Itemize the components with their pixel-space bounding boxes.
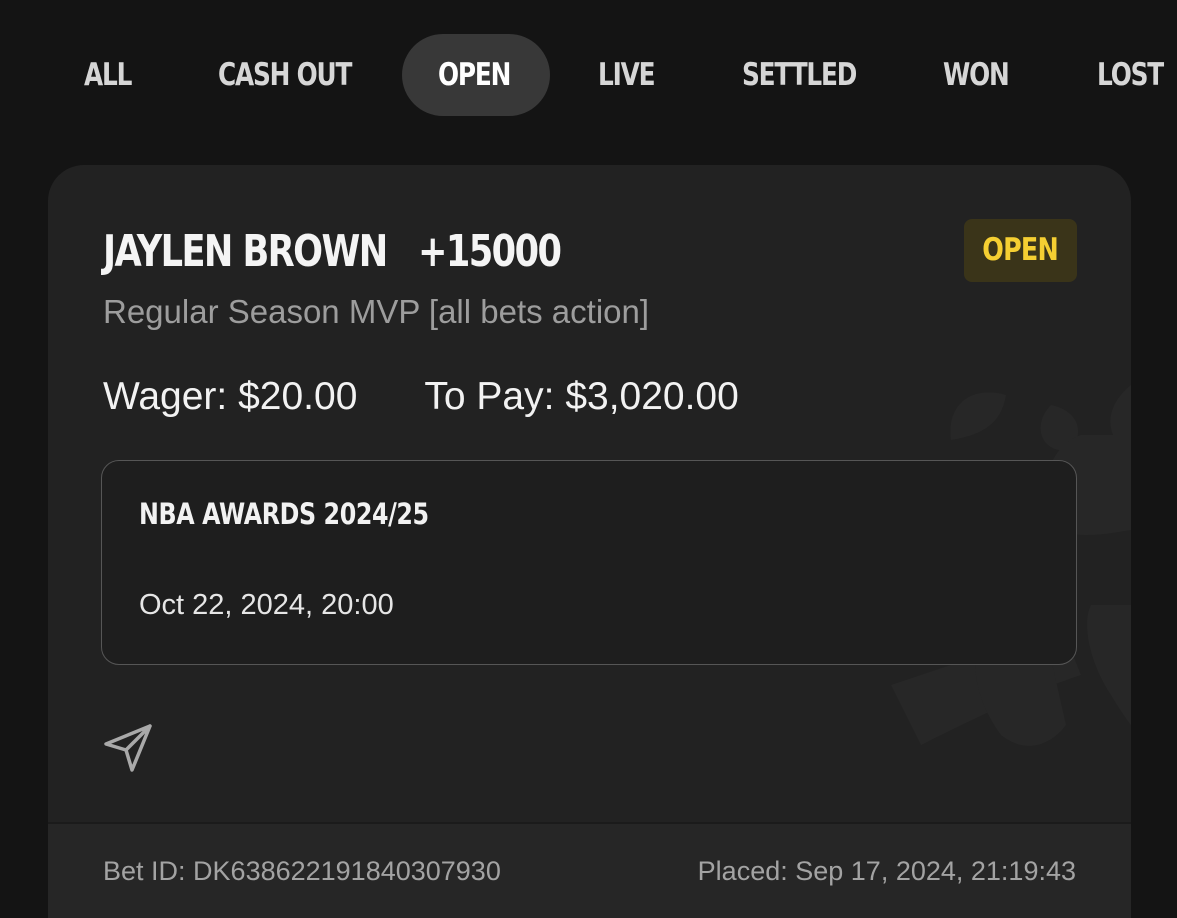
status-badge-label: OPEN bbox=[982, 232, 1059, 268]
tab-lost[interactable]: LOST bbox=[1097, 34, 1164, 116]
placed-label: Placed: bbox=[697, 856, 788, 886]
bet-selection: JAYLEN BROWN bbox=[103, 226, 388, 277]
to-pay-label: To Pay: bbox=[424, 375, 555, 418]
event-date: Oct 22, 2024, 20:00 bbox=[139, 589, 394, 621]
tab-live[interactable]: LIVE bbox=[598, 34, 656, 116]
bet-card[interactable]: JAYLEN BROWN +15000 OPEN Regular Season … bbox=[48, 165, 1131, 918]
bet-id-value: DK638622191840307930 bbox=[193, 856, 501, 886]
tab-cash-out[interactable]: CASH OUT bbox=[218, 34, 352, 116]
event-name: NBA AWARDS 2024/25 bbox=[139, 497, 429, 531]
to-pay-value: $3,020.00 bbox=[565, 375, 739, 418]
bet-id: Bet ID: DK638622191840307930 bbox=[103, 856, 501, 887]
bets-page: ALL CASH OUT OPEN LIVE SETTLED WON LOST … bbox=[0, 0, 1177, 918]
tab-won[interactable]: WON bbox=[943, 34, 1010, 116]
bet-card-footer: Bet ID: DK638622191840307930 Placed: Sep… bbox=[48, 824, 1131, 918]
tab-open[interactable]: OPEN bbox=[438, 34, 511, 116]
wager-label: Wager: bbox=[103, 375, 228, 418]
tab-settled[interactable]: SETTLED bbox=[742, 34, 857, 116]
placed-timestamp: Placed: Sep 17, 2024, 21:19:43 bbox=[698, 856, 1076, 887]
placed-value: Sep 17, 2024, 21:19:43 bbox=[795, 856, 1076, 886]
tab-all[interactable]: ALL bbox=[84, 34, 132, 116]
bet-id-label: Bet ID: bbox=[103, 856, 186, 886]
bet-amounts: Wager: $20.00 To Pay: $3,020.00 bbox=[103, 375, 739, 419]
send-icon[interactable] bbox=[100, 720, 156, 776]
bet-odds: +15000 bbox=[418, 226, 562, 277]
status-badge: OPEN bbox=[964, 219, 1077, 282]
bet-title-row: JAYLEN BROWN bbox=[103, 223, 458, 281]
wager-value: $20.00 bbox=[238, 375, 358, 418]
event-box[interactable]: NBA AWARDS 2024/25 Oct 22, 2024, 20:00 bbox=[101, 460, 1077, 665]
bet-market: Regular Season MVP [all bets action] bbox=[103, 293, 650, 330]
bet-filter-tabs: ALL CASH OUT OPEN LIVE SETTLED WON LOST bbox=[0, 34, 1177, 116]
